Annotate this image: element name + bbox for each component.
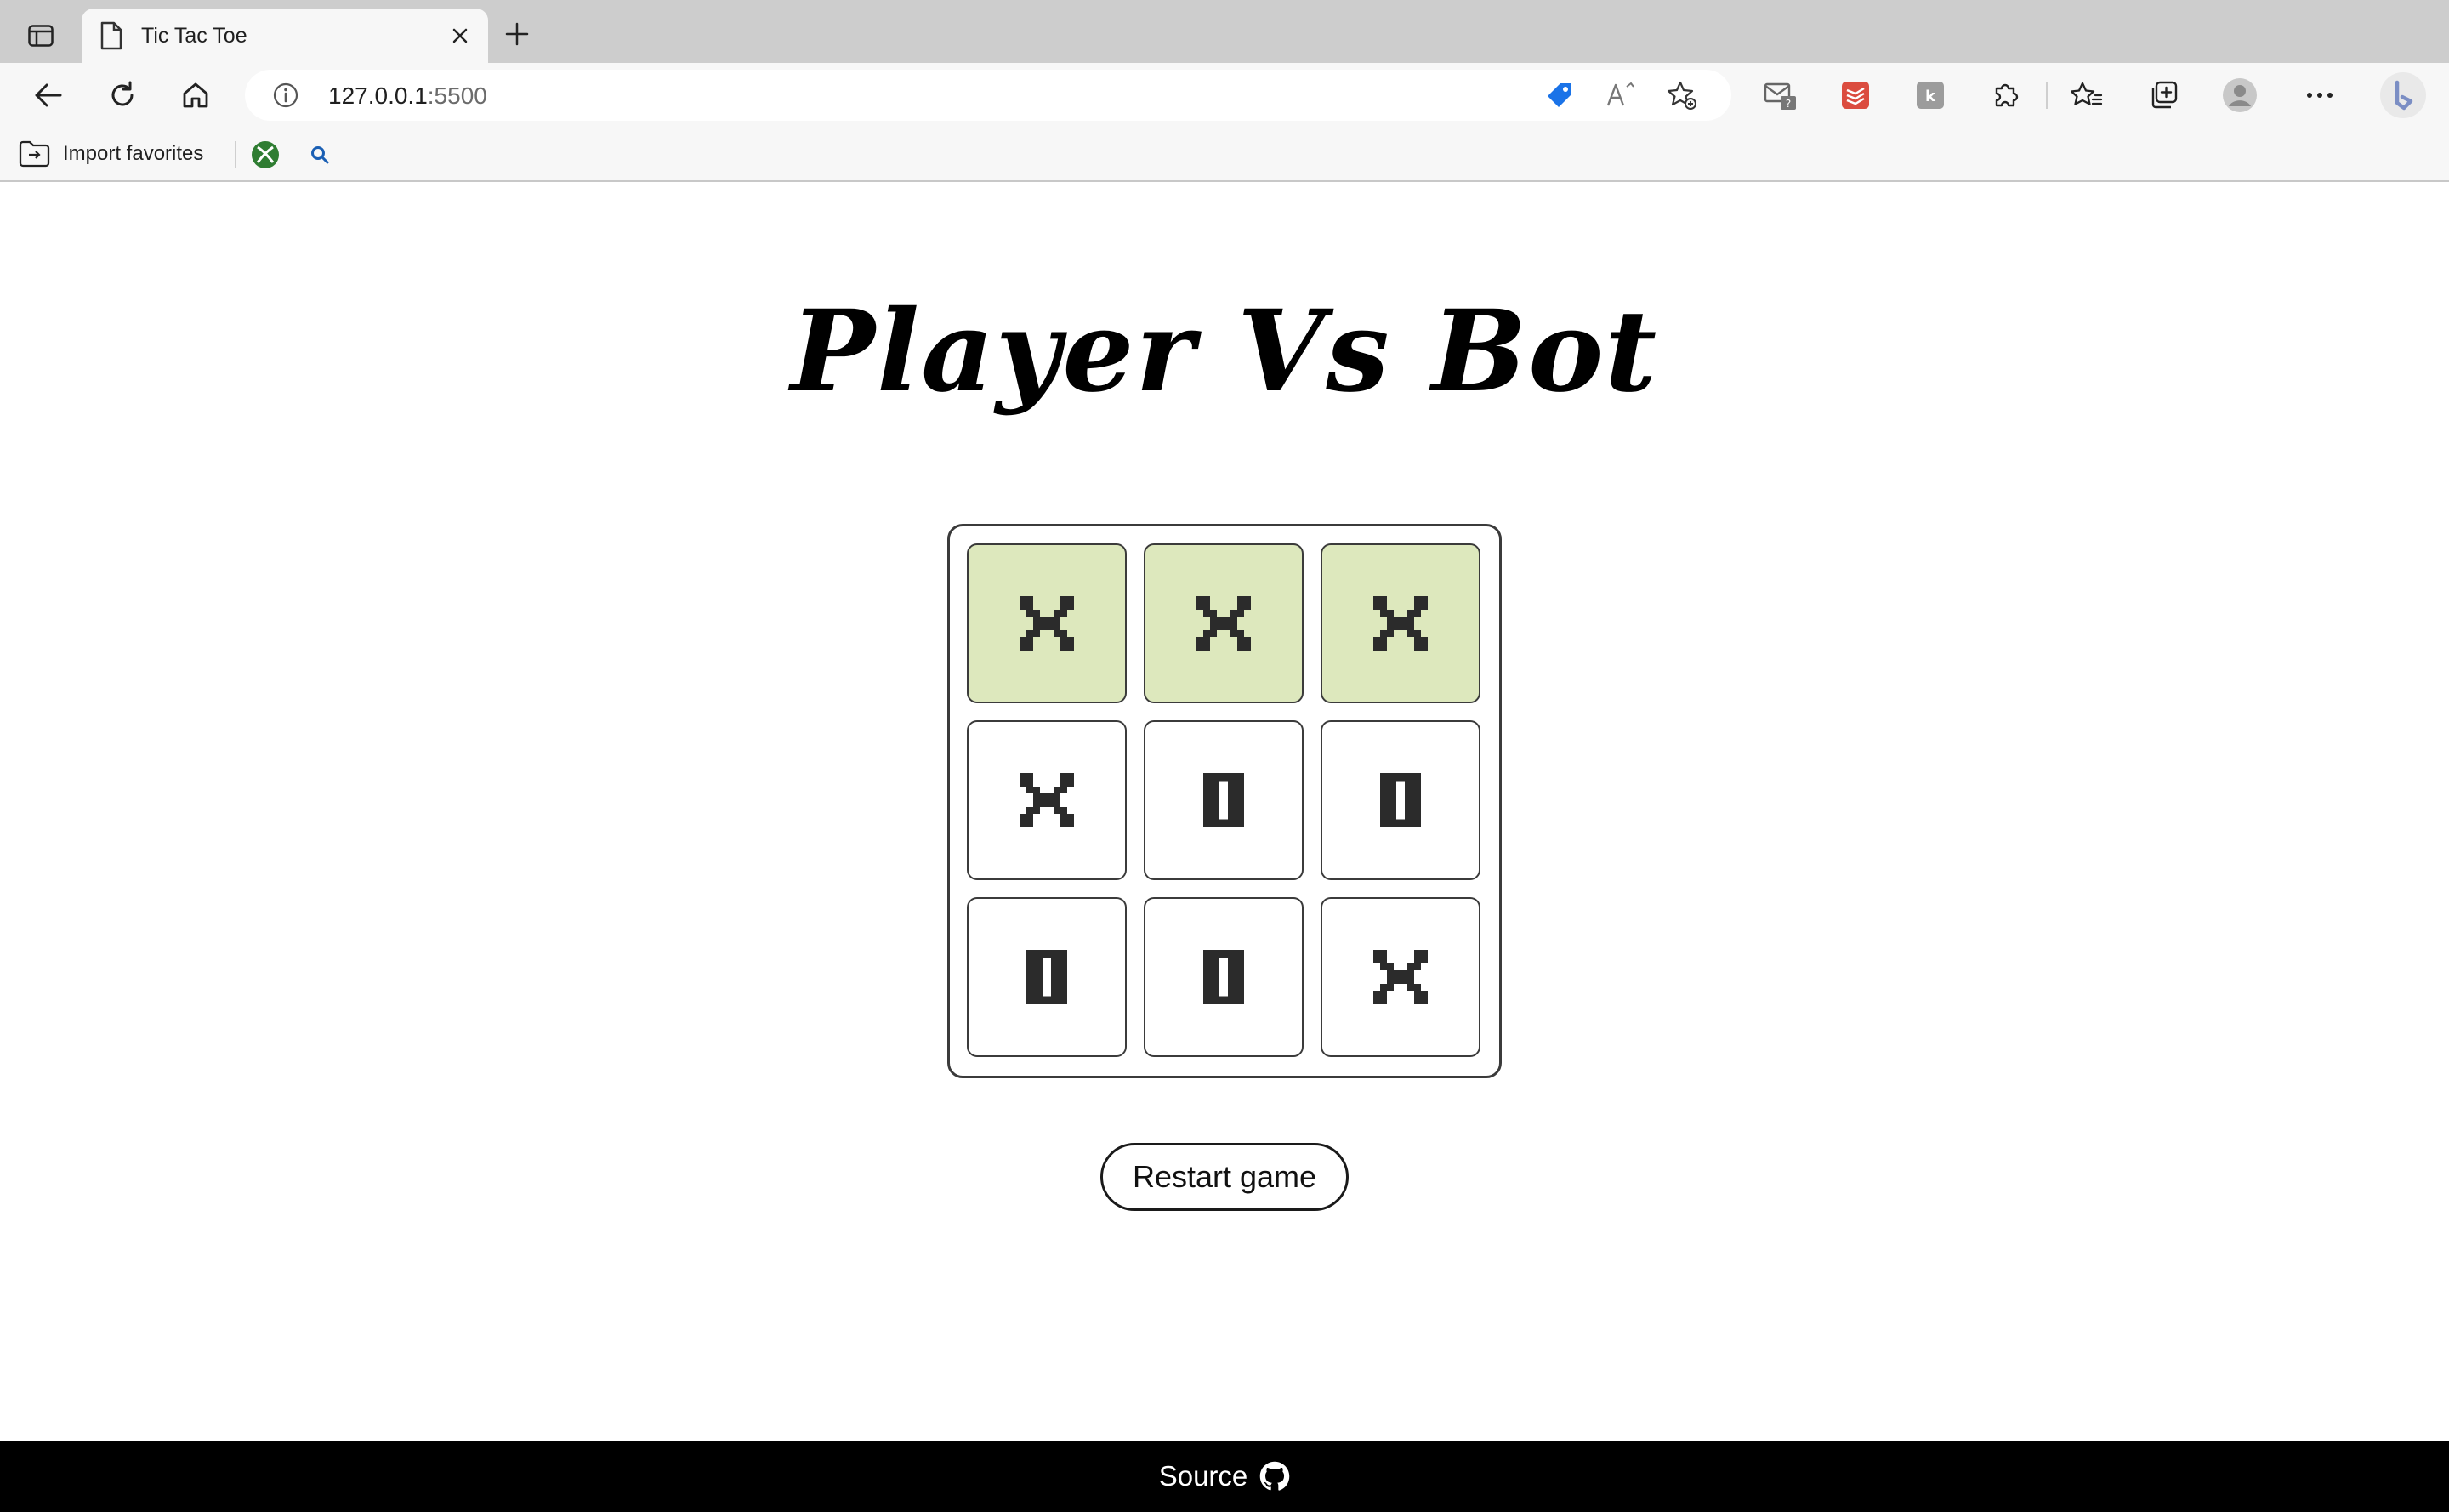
favorites-icon[interactable] — [2068, 77, 2105, 114]
tab-title: Tic Tac Toe — [141, 23, 247, 48]
board-cell-7[interactable]: O — [967, 897, 1127, 1057]
game-board: XXXXOOOOX — [947, 524, 1502, 1078]
profile-avatar-icon[interactable] — [2221, 77, 2259, 114]
board-cell-9[interactable]: X — [1321, 897, 1480, 1057]
more-menu-icon[interactable] — [2301, 77, 2338, 114]
x-glyph — [1020, 773, 1074, 827]
o-glyph — [1020, 950, 1074, 1004]
home-icon[interactable] — [177, 77, 214, 114]
source-link[interactable]: Source — [1159, 1460, 1291, 1492]
xbox-bookmark-icon[interactable] — [250, 139, 281, 170]
todoist-extension-icon[interactable] — [1837, 77, 1874, 114]
back-icon[interactable] — [29, 77, 66, 114]
mail-extension-icon[interactable]: ? — [1762, 77, 1799, 114]
board-cell-1[interactable]: X — [967, 543, 1127, 703]
browser-tab-bar: Tic Tac Toe — [0, 0, 2449, 63]
source-label: Source — [1158, 1460, 1248, 1492]
refresh-icon[interactable] — [104, 77, 141, 114]
x-glyph — [1020, 596, 1074, 651]
import-favorites-button[interactable]: Import favorites — [19, 136, 203, 172]
address-bar[interactable]: 127.0.0.1:5500 — [245, 70, 1731, 121]
bookmarks-divider — [235, 141, 236, 168]
url-text: 127.0.0.1:5500 — [328, 82, 487, 110]
board-cell-3[interactable]: X — [1321, 543, 1480, 703]
x-glyph — [1373, 596, 1428, 651]
o-glyph — [1196, 773, 1251, 827]
x-glyph — [1196, 596, 1251, 651]
bing-chat-icon[interactable] — [2378, 70, 2429, 121]
extensions-puzzle-icon[interactable] — [1986, 77, 2024, 114]
svg-text:k: k — [1925, 88, 1936, 105]
new-tab-icon[interactable] — [500, 17, 534, 51]
extension-k-icon[interactable]: k — [1912, 77, 1949, 114]
search-bookmark-icon[interactable] — [304, 139, 335, 170]
site-info-icon[interactable] — [272, 82, 299, 109]
browser-tab[interactable]: Tic Tac Toe — [82, 9, 488, 63]
board-cell-5[interactable]: O — [1144, 720, 1304, 880]
import-favorites-label: Import favorites — [63, 142, 204, 165]
browser-toolbar: 127.0.0.1:5500 ? k — [0, 63, 2449, 128]
read-aloud-icon[interactable] — [1605, 80, 1636, 111]
import-folder-icon — [19, 140, 50, 168]
tab-actions-icon[interactable] — [24, 19, 58, 53]
bookmarks-bar: Import favorites — [0, 128, 2449, 182]
url-port: :5500 — [427, 82, 487, 109]
x-glyph — [1373, 950, 1428, 1004]
restart-game-button[interactable]: Restart game — [1100, 1143, 1349, 1211]
board-cell-4[interactable]: X — [967, 720, 1127, 880]
toolbar-divider — [2046, 82, 2048, 109]
page-content: Player Vs Bot XXXXOOOOX Restart game — [0, 184, 2449, 1441]
board-cell-6[interactable]: O — [1321, 720, 1480, 880]
page-title: Player Vs Bot — [790, 286, 1659, 418]
url-host: 127.0.0.1 — [328, 82, 428, 109]
document-icon — [100, 21, 122, 50]
collections-icon[interactable] — [2145, 77, 2182, 114]
svg-text:?: ? — [1786, 98, 1791, 110]
github-icon — [1260, 1461, 1290, 1491]
board-cell-2[interactable]: X — [1144, 543, 1304, 703]
o-glyph — [1373, 773, 1428, 827]
footer: Source — [0, 1441, 2449, 1512]
add-favorite-icon[interactable] — [1667, 80, 1697, 111]
board-cell-8[interactable]: O — [1144, 897, 1304, 1057]
o-glyph — [1196, 950, 1251, 1004]
close-tab-icon[interactable] — [447, 23, 473, 48]
price-tag-icon[interactable] — [1544, 80, 1575, 111]
